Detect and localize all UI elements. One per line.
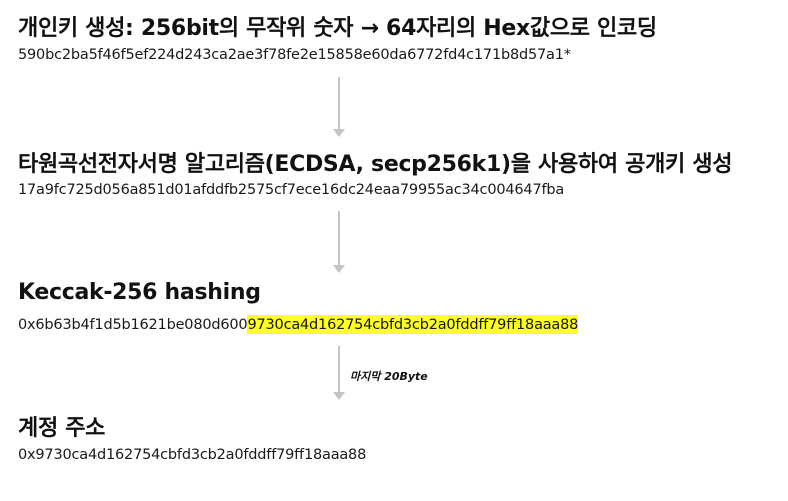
account-address-value: 0x9730ca4d162754cbfd3cb2a0fddff79ff18aaa… — [18, 447, 367, 463]
public-key-value: 17a9fc725d056a851d01afddfb2575cf7ece16dc… — [18, 182, 565, 198]
flow-arrow-1 — [333, 77, 345, 137]
keccak-hash-prefix: 0x6b63b4f1d5b1621be080d600 — [18, 317, 248, 333]
keccak-hash-value: 0x6b63b4f1d5b1621be080d6009730ca4d162754… — [18, 315, 579, 334]
flow-arrow-2 — [333, 211, 345, 273]
step-public-key-title: 타원곡선전자서명 알고리즘(ECDSA, secp256k1)을 사용하여 공개… — [18, 152, 733, 177]
step-keccak-title: Keccak-256 hashing — [18, 280, 261, 305]
private-key-value: 590bc2ba5f46f5ef224d243ca2ae3f78fe2e1585… — [18, 47, 571, 63]
step-private-key-title: 개인키 생성: 256bit의 무작위 숫자 → 64자리의 Hex값으로 인코… — [18, 16, 657, 41]
arrow-head-icon — [333, 392, 345, 400]
arrow-head-icon — [333, 265, 345, 273]
step-account-address-title: 계정 주소 — [18, 416, 106, 441]
flow-arrow-3 — [333, 346, 345, 400]
arrow-head-icon — [333, 129, 345, 137]
keccak-hash-last-20-bytes: 9730ca4d162754cbfd3cb2a0fddff79ff18aaa88 — [247, 315, 579, 334]
arrow-label-last-20-bytes: 마지막 20Byte — [350, 370, 428, 383]
